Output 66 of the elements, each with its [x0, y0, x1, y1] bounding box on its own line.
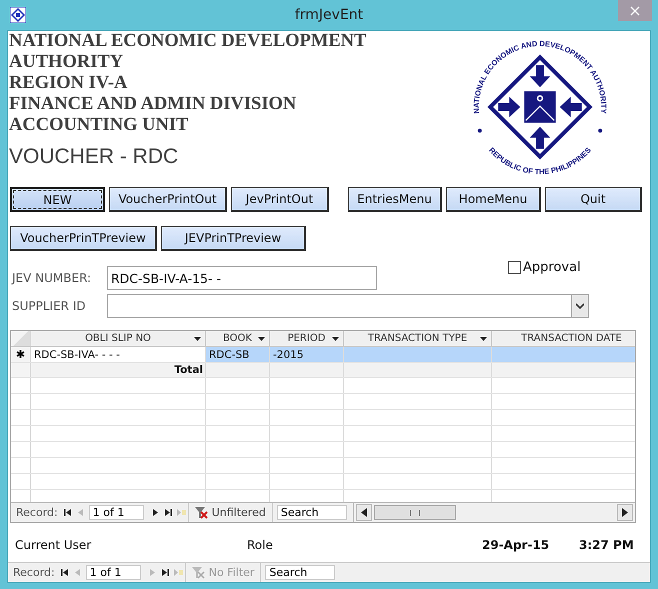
table-cell: RDC-SB [206, 347, 270, 362]
dropdown-icon [258, 337, 265, 342]
header-line: FINANCE AND ADMIN DIVISION [9, 94, 296, 115]
approval-label: Approval [523, 260, 581, 275]
skip-back-icon [62, 508, 72, 517]
role-label: Role [247, 538, 273, 552]
total-label: Total [31, 363, 206, 377]
forward-icon [148, 568, 157, 577]
command-button[interactable]: EntriesMenu [348, 187, 442, 212]
filter-icon [194, 506, 209, 518]
table-cell: RDC-SB-IVA- - - - [31, 347, 206, 362]
record-position-field[interactable]: 1 of 1 [88, 505, 144, 520]
table-cell: -2015 [270, 347, 344, 362]
date-text: 29-Apr-15 [482, 538, 550, 552]
skip-forward-icon [160, 568, 170, 577]
dropdown-icon [480, 337, 487, 342]
search-field[interactable]: Search [276, 505, 347, 520]
header-line: ACCOUNTING UNIT [9, 115, 188, 136]
forward-icon [150, 508, 160, 517]
dropdown-icon [194, 337, 201, 342]
jev-number-field[interactable]: RDC-SB-IV-A-15- - [107, 266, 377, 290]
close-button[interactable] [618, 0, 652, 21]
new-record-icon [176, 508, 186, 517]
scroll-left-icon [360, 508, 367, 517]
approval-checkbox[interactable] [508, 261, 521, 274]
field-label: JEV NUMBER: [10, 271, 92, 285]
filter-icon [192, 566, 206, 578]
record-label: Record: [12, 566, 56, 579]
form-subtitle: VOUCHER - RDC [9, 145, 178, 169]
column-header[interactable]: OBLI SLIP NO [31, 331, 206, 346]
record-label: Record: [15, 506, 59, 519]
column-header[interactable]: TRANSACTION TYPE [344, 331, 492, 346]
scroll-right-icon [622, 508, 628, 517]
column-header[interactable]: PERIOD [270, 331, 344, 346]
window-title: frmJevEnt [294, 7, 364, 23]
search-field[interactable]: Search [265, 565, 336, 580]
command-button[interactable]: HomeMenu [446, 187, 541, 212]
filter-toggle[interactable]: Unfiltered [188, 503, 273, 522]
new-record-marker[interactable]: ✱ [11, 347, 31, 362]
back-icon [72, 568, 82, 577]
header-line: AUTHORITY [9, 52, 124, 73]
column-header[interactable]: TRANSACTION DATE [492, 331, 635, 346]
command-button[interactable]: VoucherPrinTPreview [10, 226, 157, 251]
select-all-corner[interactable] [11, 331, 31, 346]
header-line: REGION IV-A [9, 73, 128, 94]
command-button[interactable]: JEVPrinTPreview [161, 226, 306, 251]
table-row[interactable]: ✱ RDC-SB-IVA- - - - RDC-SB -2015 [11, 347, 635, 363]
skip-forward-icon [164, 508, 173, 517]
current-user-label: Current User [15, 538, 92, 552]
command-button[interactable]: VoucherPrintOut [109, 187, 227, 212]
horizontal-scrollbar[interactable] [354, 503, 635, 522]
app-icon [10, 7, 26, 23]
skip-back-icon [60, 568, 69, 577]
command-button[interactable]: NEW [10, 187, 105, 212]
command-button[interactable]: Quit [545, 187, 642, 212]
back-icon [76, 508, 85, 517]
command-button[interactable]: JevPrintOut [231, 187, 329, 212]
close-icon [630, 6, 640, 16]
dropdown-icon [332, 337, 339, 342]
time-text: 3:27 PM [579, 538, 634, 552]
record-position-field[interactable]: 1 of 1 [86, 565, 141, 580]
field-label: SUPPLIER ID [11, 299, 87, 313]
header-line: NATIONAL ECONOMIC DEVELOPMENT [9, 31, 366, 52]
dropdown-icon [571, 295, 588, 317]
new-record-icon [174, 568, 183, 577]
column-header[interactable]: BOOK [206, 331, 270, 346]
